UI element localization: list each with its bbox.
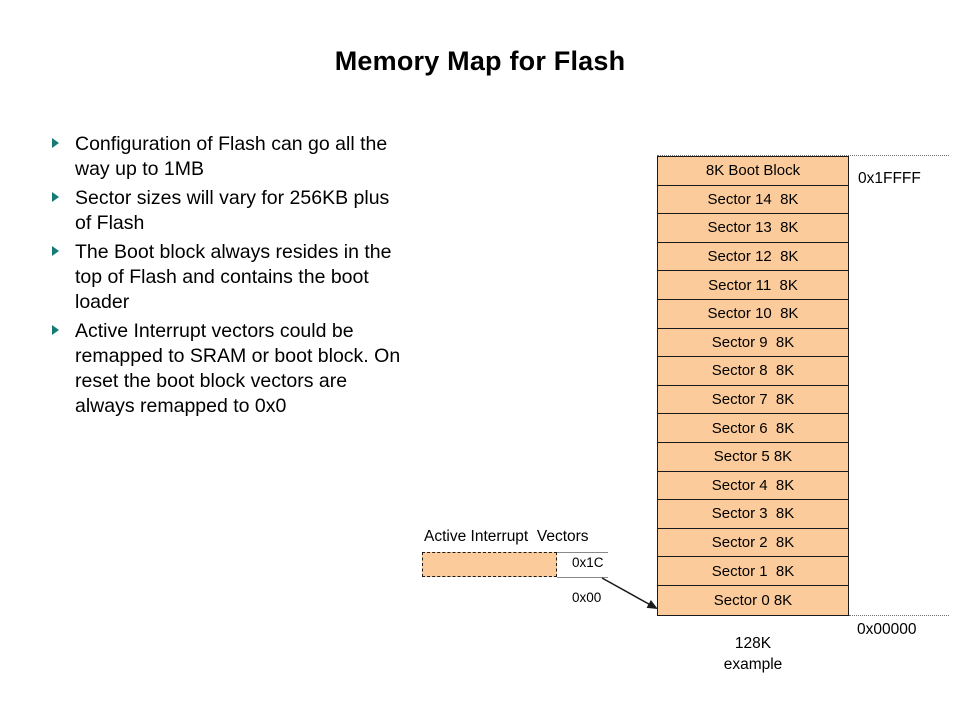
stack-caption: 128K example [723,635,783,673]
interrupt-vectors-top-address-label: 0x1C [572,555,604,570]
flash-memory-stack: 8K Boot Block Sector 14 8K Sector 13 8K Sec… [657,156,849,616]
memory-block: Sector 6 8K [658,414,848,443]
list-item-label: Configuration of Flash can go all the wa… [75,133,388,180]
memory-block: Sector 1 8K [658,557,848,586]
memory-block: Sector 13 8K [658,214,848,243]
page-title: Memory Map for Flash [334,46,626,76]
list-item-label: Active Interrupt vectors could be remapp… [75,320,401,417]
memory-block: Sector 8 8K [658,357,848,386]
memory-block: Sector 3 8K [658,500,848,529]
list-item-label: The Boot block always resides in the top… [75,241,392,313]
memory-block: Sector 7 8K [658,385,848,415]
memory-block: 8K Boot Block [658,157,848,186]
memory-block: Sector 12 8K [658,242,848,272]
memory-block: Sector 9 8K [658,328,848,358]
list-item: Configuration of Flash can go all the wa… [46,132,495,182]
top-address-label: 0x1FFFF [858,170,921,187]
triangle-bullet-icon [52,246,59,256]
memory-block: Sector 2 8K [658,528,848,558]
list-item: Active Interrupt vectors could be remapp… [46,319,495,419]
memory-block: Sector 11 8K [658,271,848,300]
memory-block: Sector 0 8K [658,585,848,615]
interrupt-vectors-title: Active Interrupt Vectors [424,528,589,545]
triangle-bullet-icon [52,138,59,148]
bottom-address-label: 0x00000 [857,621,917,638]
interrupt-vectors-box [422,552,557,577]
triangle-bullet-icon [52,192,59,202]
list-item: Sector sizes will vary for 256KB plus of… [46,186,495,236]
list-item: The Boot block always resides in the top… [46,240,495,315]
memory-block: Sector 4 8K [658,471,848,501]
triangle-bullet-icon [52,325,59,335]
interrupt-vectors-bottom-address-label: 0x00 [572,590,602,605]
list-item-label: Sector sizes will vary for 256KB plus of… [75,187,390,234]
slide-canvas: Memory Map for Flash Configuration of Fl… [0,0,960,720]
memory-block: Sector 10 8K [658,299,848,329]
interrupt-vectors-top-leader-line [557,552,608,553]
remap-arrow-icon [601,577,658,610]
bottom-address-leader-line [849,615,949,616]
memory-block: Sector 14 8K [658,185,848,215]
memory-block: Sector 5 8K [658,442,848,472]
